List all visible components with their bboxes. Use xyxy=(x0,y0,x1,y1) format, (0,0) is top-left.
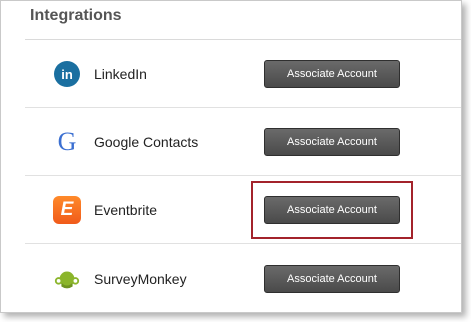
associate-account-button-linkedin[interactable]: Associate Account xyxy=(264,60,400,88)
integration-name: Google Contacts xyxy=(94,134,199,150)
integration-row-linkedin: in LinkedIn Associate Account xyxy=(25,40,461,108)
integration-row-google-contacts: G Google Contacts Associate Account xyxy=(25,108,461,176)
section-title: Integrations xyxy=(30,7,122,24)
integration-row-eventbrite: E Eventbrite Associate Account xyxy=(25,176,461,244)
linkedin-icon: in xyxy=(53,60,81,88)
associate-account-button-eventbrite[interactable]: Associate Account xyxy=(264,196,400,224)
integration-name: SurveyMonkey xyxy=(94,271,187,287)
surveymonkey-icon xyxy=(53,265,81,293)
integration-row-surveymonkey: SurveyMonkey Associate Account xyxy=(25,244,461,312)
google-icon: G xyxy=(57,127,77,156)
eventbrite-icon: E xyxy=(53,196,81,224)
integrations-panel: Integrations in LinkedIn Associate Accou… xyxy=(0,0,462,313)
integration-name: Eventbrite xyxy=(94,202,158,218)
integration-name: LinkedIn xyxy=(94,66,147,82)
associate-account-button-surveymonkey[interactable]: Associate Account xyxy=(264,265,400,293)
associate-account-button-google-contacts[interactable]: Associate Account xyxy=(264,128,400,156)
